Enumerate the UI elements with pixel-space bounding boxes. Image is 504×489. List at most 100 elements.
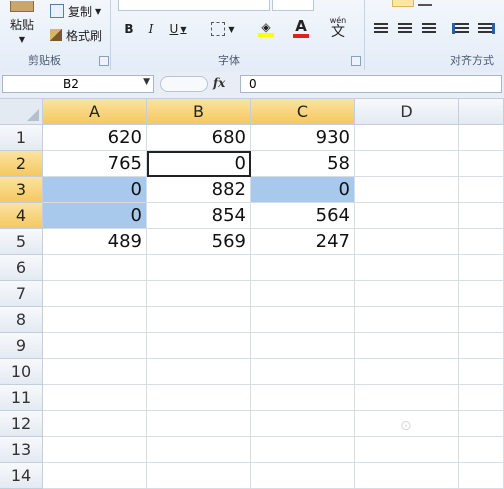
row-header-4[interactable]: 4 [0, 203, 43, 229]
cell-d5[interactable] [355, 229, 459, 255]
cell-a3[interactable]: 0 [43, 177, 147, 203]
row-header-12[interactable]: 12 [0, 411, 43, 437]
cell-c8[interactable] [251, 307, 355, 333]
insert-function-icon[interactable]: fx [213, 76, 225, 90]
cell-b5[interactable]: 569 [147, 229, 251, 255]
cell-b14[interactable] [147, 463, 251, 489]
cell-a5[interactable]: 489 [43, 229, 147, 255]
cell-d8[interactable] [355, 307, 459, 333]
cell-c5[interactable]: 247 [251, 229, 355, 255]
cell-a4[interactable]: 0 [43, 203, 147, 229]
column-header-next[interactable] [459, 99, 504, 125]
cell-b7[interactable] [147, 281, 251, 307]
row-header-9[interactable]: 9 [0, 333, 43, 359]
row-header-1[interactable]: 1 [0, 125, 43, 151]
cell-overflow[interactable] [459, 229, 504, 255]
row-header-13[interactable]: 13 [0, 437, 43, 463]
row-header-6[interactable]: 6 [0, 255, 43, 281]
cell-d3[interactable] [355, 177, 459, 203]
font-color-button[interactable]: A [286, 16, 316, 40]
row-header-5[interactable]: 5 [0, 229, 43, 255]
cell-overflow[interactable] [459, 151, 504, 177]
italic-button[interactable]: I [142, 20, 160, 38]
cell-a8[interactable] [43, 307, 147, 333]
cell-d2[interactable] [355, 151, 459, 177]
cell-c12[interactable] [251, 411, 355, 437]
cell-d6[interactable] [355, 255, 459, 281]
cell-b3[interactable]: 882 [147, 177, 251, 203]
formula-input[interactable]: 0 [240, 75, 502, 93]
cell-c13[interactable] [251, 437, 355, 463]
cell-c11[interactable] [251, 385, 355, 411]
cell-overflow[interactable] [459, 177, 504, 203]
cell-d4[interactable] [355, 203, 459, 229]
cell-a11[interactable] [43, 385, 147, 411]
cell-overflow[interactable] [459, 333, 504, 359]
cell-overflow[interactable] [459, 385, 504, 411]
cell-overflow[interactable] [459, 281, 504, 307]
name-box[interactable]: B2 ▼ [2, 75, 154, 93]
cell-overflow[interactable] [459, 125, 504, 151]
row-header-10[interactable]: 10 [0, 359, 43, 385]
cell-b8[interactable] [147, 307, 251, 333]
align-middle-button[interactable] [418, 0, 432, 6]
cell-a1[interactable]: 620 [43, 125, 147, 151]
cell-overflow[interactable] [459, 307, 504, 333]
format-painter-button[interactable]: 格式刷 [50, 26, 102, 44]
formula-bar-resize-handle[interactable] [160, 76, 208, 92]
row-header-11[interactable]: 11 [0, 385, 43, 411]
column-header-d[interactable]: D [355, 99, 459, 125]
cell-a10[interactable] [43, 359, 147, 385]
column-header-b[interactable]: B [147, 99, 251, 125]
cell-overflow[interactable] [459, 255, 504, 281]
font-launcher-icon[interactable] [351, 56, 361, 66]
decrease-indent-button[interactable] [450, 20, 470, 36]
row-header-2[interactable]: 2 [0, 151, 43, 177]
paste-button[interactable]: 粘贴 ▼ [4, 0, 40, 44]
row-header-14[interactable]: 14 [0, 463, 43, 489]
align-top-button[interactable] [392, 0, 414, 7]
cell-c14[interactable] [251, 463, 355, 489]
row-header-7[interactable]: 7 [0, 281, 43, 307]
cell-a14[interactable] [43, 463, 147, 489]
cell-d13[interactable] [355, 437, 459, 463]
font-name-box[interactable] [118, 0, 270, 11]
border-button[interactable]: ▼ [208, 20, 238, 38]
align-left-button[interactable] [372, 20, 390, 36]
cell-b1[interactable]: 680 [147, 125, 251, 151]
underline-button[interactable]: U ▼ [166, 20, 190, 38]
cell-overflow[interactable] [459, 203, 504, 229]
cell-a2[interactable]: 765 [43, 151, 147, 177]
cell-b6[interactable] [147, 255, 251, 281]
cell-overflow[interactable] [459, 437, 504, 463]
phonetic-button[interactable]: wén 文 [326, 16, 350, 40]
cell-b11[interactable] [147, 385, 251, 411]
cell-b12[interactable] [147, 411, 251, 437]
chevron-down-icon[interactable]: ▼ [143, 77, 150, 87]
cell-d9[interactable] [355, 333, 459, 359]
select-all-button[interactable] [0, 99, 43, 125]
cell-a13[interactable] [43, 437, 147, 463]
cell-b2[interactable]: 0 [147, 151, 251, 177]
cell-a12[interactable] [43, 411, 147, 437]
cell-b4[interactable]: 854 [147, 203, 251, 229]
cell-a7[interactable] [43, 281, 147, 307]
cell-overflow[interactable] [459, 463, 504, 489]
cell-c1[interactable]: 930 [251, 125, 355, 151]
cell-overflow[interactable] [459, 359, 504, 385]
cell-c2[interactable]: 58 [251, 151, 355, 177]
cell-a9[interactable] [43, 333, 147, 359]
cell-b10[interactable] [147, 359, 251, 385]
copy-button[interactable]: 复制 ▼ [50, 2, 101, 20]
cell-c6[interactable] [251, 255, 355, 281]
column-header-a[interactable]: A [43, 99, 147, 125]
cell-c7[interactable] [251, 281, 355, 307]
cell-d11[interactable] [355, 385, 459, 411]
cell-b13[interactable] [147, 437, 251, 463]
fill-color-button[interactable]: ◈ [252, 18, 280, 40]
cell-c3[interactable]: 0 [251, 177, 355, 203]
column-header-c[interactable]: C [251, 99, 355, 125]
increase-indent-button[interactable] [476, 20, 496, 36]
row-header-8[interactable]: 8 [0, 307, 43, 333]
align-right-button[interactable] [420, 20, 438, 36]
